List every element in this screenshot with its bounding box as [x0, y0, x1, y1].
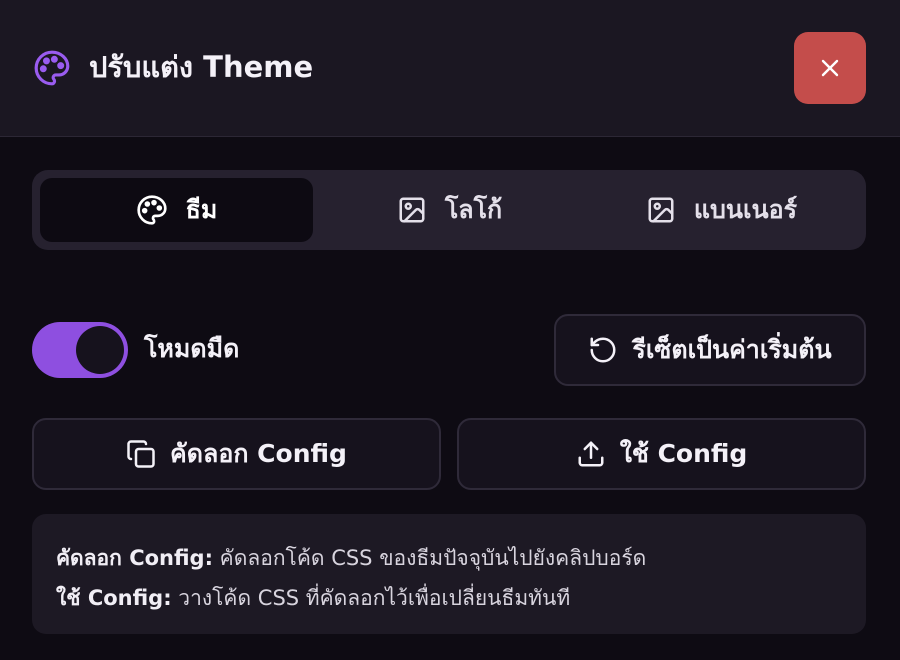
info-copy-term: คัดลอก Config:	[56, 546, 213, 570]
tab-theme[interactable]: ธีม	[40, 178, 313, 242]
info-box: คัดลอก Config: คัดลอกโค้ด CSS ของธีมปัจจ…	[32, 514, 866, 634]
panel-title: ปรับแต่ง Theme	[89, 50, 314, 84]
upload-icon	[578, 441, 604, 467]
reset-icon	[590, 337, 616, 363]
dark-mode-label: โหมดมืด	[144, 334, 240, 363]
info-apply-desc: วางโค้ด CSS ที่คัดลอกไว้เพื่อเปลี่ยนธีมท…	[178, 586, 571, 610]
close-icon	[821, 59, 839, 77]
info-apply-line: ใช้ Config: วางโค้ด CSS ที่คัดลอกไว้เพื่…	[56, 578, 842, 618]
copy-icon	[127, 440, 155, 468]
copy-config-button[interactable]: คัดลอก Config	[32, 418, 441, 490]
image-icon	[399, 197, 425, 223]
apply-config-button[interactable]: ใช้ Config	[457, 418, 866, 490]
image-icon	[648, 197, 674, 223]
tab-logo-label: โลโก้	[444, 195, 503, 224]
info-copy-line: คัดลอก Config: คัดลอกโค้ด CSS ของธีมปัจจ…	[56, 538, 842, 578]
tab-theme-label: ธีม	[185, 195, 218, 224]
tab-logo[interactable]: โลโก้	[313, 178, 586, 242]
close-button[interactable]	[794, 32, 866, 104]
tab-banner[interactable]: แบนเนอร์	[585, 178, 858, 242]
palette-icon	[34, 50, 70, 86]
toggle-knob	[76, 326, 124, 374]
theme-panel-header: ปรับแต่ง Theme	[0, 0, 900, 137]
tab-banner-label: แบนเนอร์	[693, 195, 798, 224]
reset-label: รีเซ็ตเป็นค่าเริ่มต้น	[632, 335, 832, 364]
copy-config-label: คัดลอก Config	[170, 439, 347, 468]
dark-mode-toggle[interactable]	[32, 322, 128, 378]
tab-bar: ธีม โลโก้ แบนเนอร์	[32, 170, 866, 250]
reset-default-button[interactable]: รีเซ็ตเป็นค่าเริ่มต้น	[554, 314, 866, 386]
info-copy-desc: คัดลอกโค้ด CSS ของธีมปัจจุบันไปยังคลิปบอ…	[219, 546, 647, 570]
apply-config-label: ใช้ Config	[619, 439, 748, 468]
info-apply-term: ใช้ Config:	[56, 586, 172, 610]
palette-icon	[136, 195, 167, 225]
